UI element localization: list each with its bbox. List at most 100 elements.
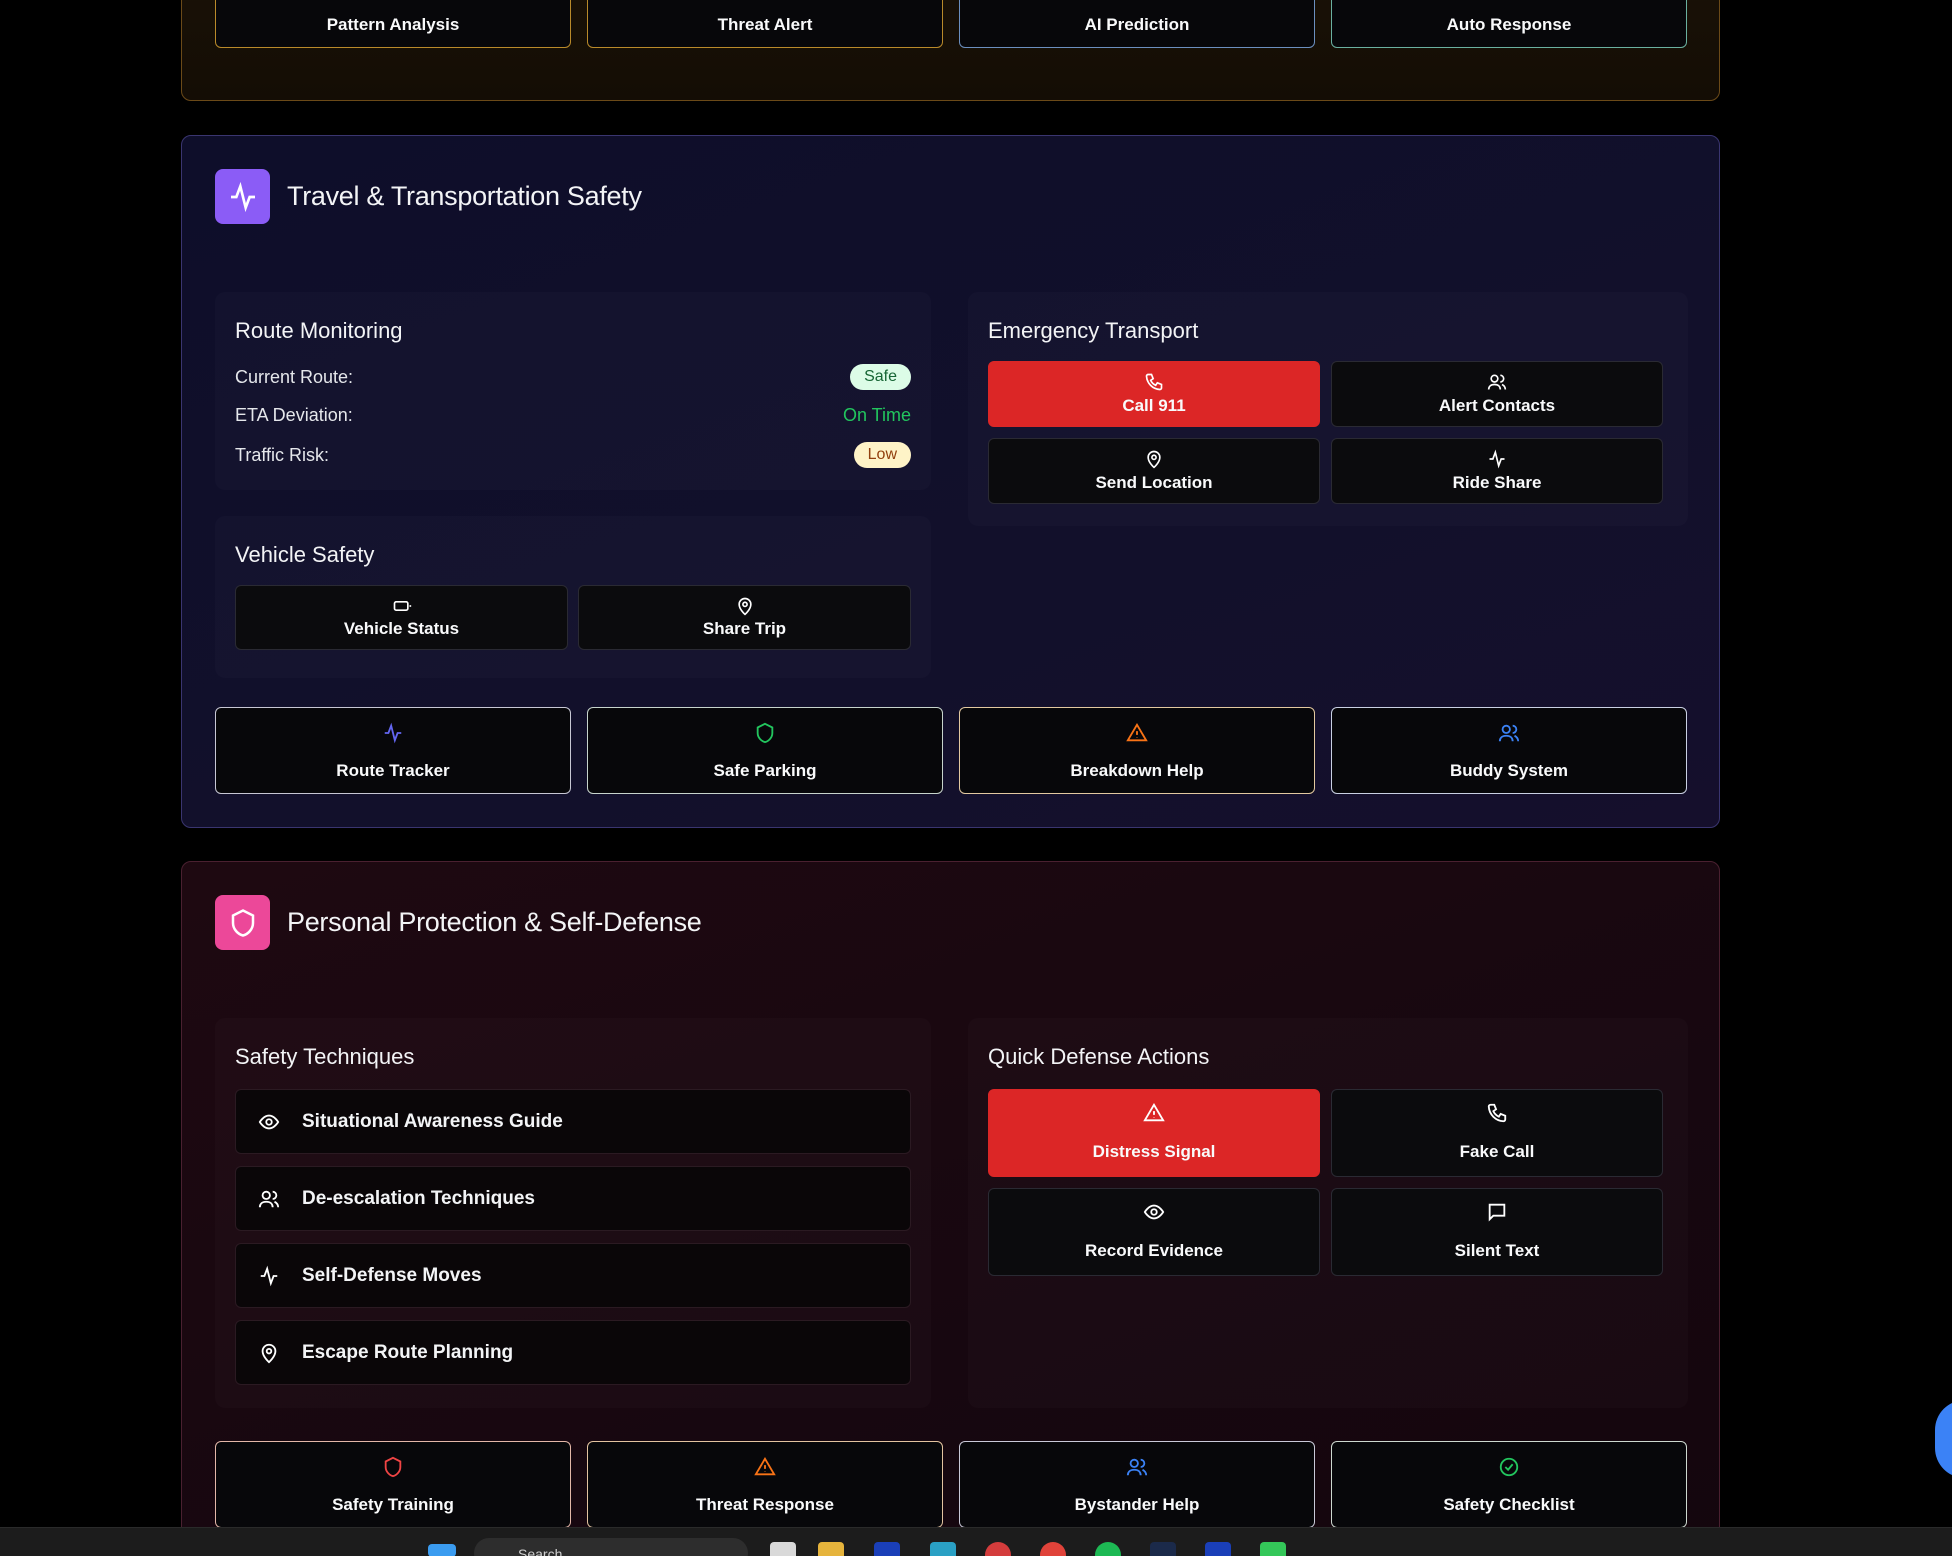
- send-location-button[interactable]: Send Location: [988, 438, 1320, 504]
- users-icon: [1487, 372, 1507, 394]
- spotify-icon[interactable]: [1095, 1542, 1121, 1556]
- button-label: Safety Checklist: [1443, 1495, 1575, 1514]
- button-label: Safety Training: [332, 1495, 454, 1514]
- alert-contacts-button[interactable]: Alert Contacts: [1331, 361, 1663, 427]
- row-label: Traffic Risk:: [235, 444, 330, 465]
- list-item[interactable]: Self-Defense Moves: [235, 1243, 911, 1308]
- pattern-analysis-button[interactable]: Pattern Analysis: [215, 0, 571, 48]
- alert-triangle-icon: [1126, 722, 1148, 744]
- list-item-label: Situational Awareness Guide: [302, 1110, 563, 1132]
- ride-share-button[interactable]: Ride Share: [1331, 438, 1663, 504]
- safety-checklist-button[interactable]: Safety Checklist: [1331, 1441, 1687, 1528]
- activity-icon: [258, 1265, 280, 1287]
- page: Pattern Analysis Threat Alert AI Predict…: [0, 0, 1952, 1556]
- list-item[interactable]: De-escalation Techniques: [235, 1166, 911, 1231]
- vehicle-safety-panel: Vehicle Safety Vehicle Status Share Trip: [215, 516, 931, 678]
- eye-icon: [258, 1111, 280, 1133]
- file-icon[interactable]: [770, 1542, 796, 1556]
- taskbar-search[interactable]: Search: [474, 1538, 748, 1556]
- alert-triangle-icon: [754, 1456, 776, 1478]
- list-item[interactable]: Situational Awareness Guide: [235, 1089, 911, 1154]
- check-circle-icon: [1498, 1456, 1520, 1478]
- app-icon[interactable]: [930, 1542, 956, 1556]
- breakdown-help-button[interactable]: Breakdown Help: [959, 707, 1315, 794]
- battery-icon: [392, 596, 412, 618]
- ai-prediction-button[interactable]: AI Prediction: [959, 0, 1315, 48]
- list-item[interactable]: Escape Route Planning: [235, 1320, 911, 1385]
- taskbar: Search: [0, 1527, 1952, 1556]
- app-icon[interactable]: [1260, 1542, 1286, 1556]
- map-pin-icon: [258, 1342, 280, 1364]
- users-icon: [258, 1188, 280, 1210]
- route-row: Current Route: Safe: [235, 364, 911, 390]
- button-label: Pattern Analysis: [326, 15, 460, 34]
- safety-techniques-panel: Safety Techniques Situational Awareness …: [215, 1018, 931, 1408]
- panel-title: Route Monitoring: [235, 318, 403, 343]
- row-label: ETA Deviation:: [235, 405, 353, 425]
- windows-start-icon[interactable]: [428, 1544, 456, 1556]
- button-label: AI Prediction: [1084, 15, 1190, 34]
- travel-safety-section: Travel & Transportation Safety Route Mon…: [181, 135, 1720, 828]
- section-header: Personal Protection & Self-Defense: [215, 895, 702, 950]
- threat-alert-button[interactable]: Threat Alert: [587, 0, 943, 48]
- chrome-icon[interactable]: [1040, 1542, 1066, 1556]
- call-911-button[interactable]: Call 911: [988, 361, 1320, 427]
- quick-defense-panel: Quick Defense Actions Distress Signal Fa…: [968, 1018, 1688, 1408]
- safe-parking-button[interactable]: Safe Parking: [587, 707, 943, 794]
- threat-response-button[interactable]: Threat Response: [587, 1441, 943, 1528]
- bystander-help-button[interactable]: Bystander Help: [959, 1441, 1315, 1528]
- safety-training-button[interactable]: Safety Training: [215, 1441, 571, 1528]
- activity-icon: [1487, 449, 1507, 471]
- button-label: Threat Alert: [717, 15, 813, 34]
- phone-icon: [1486, 1102, 1508, 1124]
- section-title: Personal Protection & Self-Defense: [287, 907, 702, 937]
- search-placeholder: Search: [518, 1546, 563, 1556]
- list-item-label: Self-Defense Moves: [302, 1264, 482, 1286]
- route-tracker-button[interactable]: Route Tracker: [215, 707, 571, 794]
- button-label: Bystander Help: [1074, 1495, 1200, 1514]
- app-icon[interactable]: [985, 1542, 1011, 1556]
- travel-quick-buttons: Route Tracker Safe Parking Breakdown Hel…: [182, 707, 1719, 795]
- distress-signal-button[interactable]: Distress Signal: [988, 1089, 1320, 1177]
- button-label: Alert Contacts: [1438, 396, 1556, 415]
- record-evidence-button[interactable]: Record Evidence: [988, 1188, 1320, 1276]
- buddy-system-button[interactable]: Buddy System: [1331, 707, 1687, 794]
- button-label: Silent Text: [1454, 1241, 1540, 1260]
- fake-call-button[interactable]: Fake Call: [1331, 1089, 1663, 1177]
- vehicle-status-button[interactable]: Vehicle Status: [235, 585, 568, 650]
- section-title: Travel & Transportation Safety: [287, 181, 642, 211]
- traffic-row: Traffic Risk: Low: [235, 442, 911, 468]
- status-badge: Safe: [850, 364, 911, 390]
- app-icon[interactable]: [874, 1542, 900, 1556]
- button-label: Ride Share: [1452, 473, 1542, 492]
- shield-icon: [754, 722, 776, 744]
- button-label: Distress Signal: [1092, 1142, 1216, 1161]
- button-label: Record Evidence: [1085, 1241, 1223, 1260]
- status-badge: Low: [853, 442, 911, 468]
- personal-protection-section: Personal Protection & Self-Defense Safet…: [181, 861, 1720, 1556]
- steam-icon[interactable]: [1150, 1542, 1176, 1556]
- button-label: Buddy System: [1449, 761, 1569, 780]
- activity-icon: [382, 722, 404, 744]
- app-icon[interactable]: [1205, 1542, 1231, 1556]
- panel-title: Safety Techniques: [235, 1044, 415, 1069]
- panel-title: Vehicle Safety: [235, 542, 375, 567]
- ai-safety-section: Pattern Analysis Threat Alert AI Predict…: [181, 0, 1720, 101]
- silent-text-button[interactable]: Silent Text: [1331, 1188, 1663, 1276]
- button-label: Threat Response: [696, 1495, 834, 1514]
- eta-value: On Time: [842, 405, 911, 425]
- folder-icon[interactable]: [818, 1542, 844, 1556]
- button-label: Call 911: [1122, 396, 1186, 415]
- eta-row: ETA Deviation: On Time: [235, 405, 911, 426]
- button-label: Share Trip: [702, 619, 787, 638]
- share-trip-button[interactable]: Share Trip: [578, 585, 911, 650]
- list-item-label: Escape Route Planning: [302, 1341, 514, 1363]
- message-icon: [1486, 1201, 1508, 1223]
- eye-icon: [1143, 1201, 1165, 1223]
- row-label: Current Route:: [235, 366, 354, 387]
- alert-triangle-icon: [1143, 1102, 1165, 1124]
- floating-chat-button[interactable]: [1935, 1400, 1952, 1478]
- personal-quick-buttons: Safety Training Threat Response Bystande…: [182, 1441, 1719, 1529]
- auto-response-button[interactable]: Auto Response: [1331, 0, 1687, 48]
- map-pin-icon: [735, 596, 755, 618]
